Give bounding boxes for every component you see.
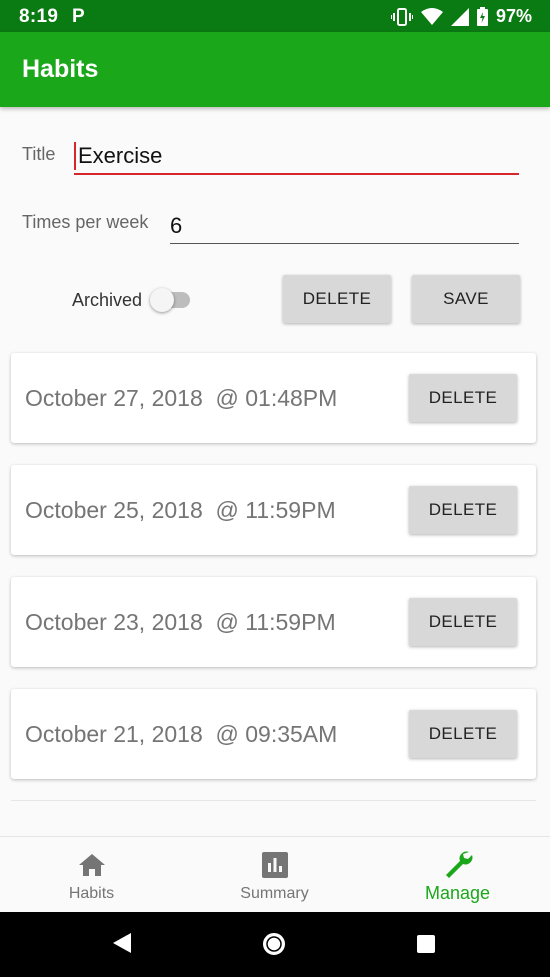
list-item: October 21, 2018 @ 09:35AM DELETE xyxy=(11,689,536,779)
title-field-value: Exercise xyxy=(78,143,163,168)
home-button-icon[interactable] xyxy=(262,932,286,956)
wifi-icon xyxy=(420,7,443,26)
save-button[interactable]: SAVE xyxy=(412,275,520,323)
signal-icon xyxy=(450,7,469,26)
bottom-navigation: Habits Summary Manage xyxy=(0,836,550,912)
title-label: Title xyxy=(22,144,56,164)
delete-entry-button[interactable]: DELETE xyxy=(409,486,517,534)
times-per-week-value: 6 xyxy=(170,212,183,238)
nav-item-summary[interactable]: Summary xyxy=(183,837,366,913)
archived-switch[interactable] xyxy=(150,288,194,312)
vibrate-icon xyxy=(390,7,413,26)
parking-app-icon: P xyxy=(72,6,85,27)
delete-entry-button[interactable]: DELETE xyxy=(409,374,517,422)
status-icons: 97% xyxy=(390,6,532,27)
times-per-week-label: Times per week xyxy=(22,212,149,232)
entry-date: October 23, 2018 @ 11:59PM xyxy=(25,609,336,635)
nav-item-manage[interactable]: Manage xyxy=(366,837,549,913)
list-item: October 23, 2018 @ 11:59PM DELETE xyxy=(11,577,536,667)
page-title: Habits xyxy=(22,55,99,83)
switch-thumb xyxy=(150,288,174,312)
list-item: October 25, 2018 @ 11:59PM DELETE xyxy=(11,465,536,555)
battery-percent: 97% xyxy=(495,6,532,26)
system-navigation-bar xyxy=(0,912,550,977)
list-divider xyxy=(11,800,536,801)
status-bar: 8:19 P 97% xyxy=(0,0,550,32)
archived-label: Archived xyxy=(72,290,143,310)
status-time: 8:19 xyxy=(19,6,59,27)
wrench-icon xyxy=(443,851,473,879)
app-bar: Habits xyxy=(0,32,550,107)
delete-entry-button[interactable]: DELETE xyxy=(409,710,517,758)
recents-icon[interactable] xyxy=(416,934,436,954)
nav-item-habits[interactable]: Habits xyxy=(0,837,183,913)
chart-icon xyxy=(261,851,288,879)
entry-date: October 27, 2018 @ 01:48PM xyxy=(25,385,338,411)
back-icon[interactable] xyxy=(112,932,132,954)
nav-label-summary: Summary xyxy=(240,885,309,902)
delete-entry-button[interactable]: DELETE xyxy=(409,598,517,646)
list-item: October 27, 2018 @ 01:48PM DELETE xyxy=(11,353,536,443)
text-cursor xyxy=(74,142,76,170)
entry-date: October 21, 2018 @ 09:35AM xyxy=(25,721,338,747)
nav-label-manage: Manage xyxy=(424,883,491,903)
times-per-week-field[interactable]: 6 xyxy=(170,208,519,244)
home-icon xyxy=(78,851,106,879)
nav-label-habits: Habits xyxy=(68,885,115,902)
title-field[interactable]: Exercise xyxy=(74,139,519,175)
entry-date: October 25, 2018 @ 11:59PM xyxy=(25,497,336,523)
delete-habit-button[interactable]: DELETE xyxy=(283,275,391,323)
battery-icon xyxy=(476,7,488,26)
